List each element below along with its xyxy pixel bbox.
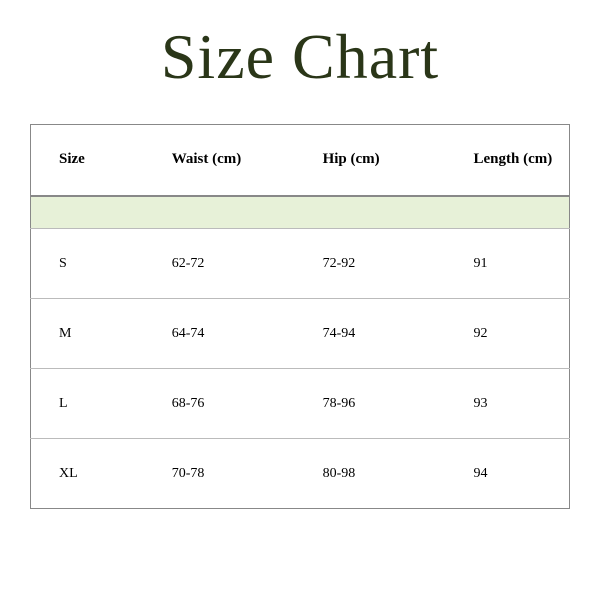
size-chart-table: Size Waist (cm) Hip (cm) Length (cm) S 6… [30, 124, 570, 509]
table-row: XL 70-78 80-98 94 [31, 439, 570, 509]
cell-length: 91 [446, 229, 570, 299]
header-waist: Waist (cm) [144, 125, 295, 195]
table-row: S 62-72 72-92 91 [31, 229, 570, 299]
cell-waist: 70-78 [144, 439, 295, 509]
cell-hip: 80-98 [295, 439, 446, 509]
cell-size: L [31, 369, 144, 439]
table-row: M 64-74 74-94 92 [31, 299, 570, 369]
cell-length: 92 [446, 299, 570, 369]
table-header-row: Size Waist (cm) Hip (cm) Length (cm) [31, 125, 570, 195]
cell-hip: 78-96 [295, 369, 446, 439]
cell-hip: 72-92 [295, 229, 446, 299]
page-title: Size Chart [161, 20, 439, 94]
header-hip: Hip (cm) [295, 125, 446, 195]
table-accent-row [31, 197, 570, 229]
cell-hip: 74-94 [295, 299, 446, 369]
table-row: L 68-76 78-96 93 [31, 369, 570, 439]
header-length: Length (cm) [446, 125, 570, 195]
cell-length: 93 [446, 369, 570, 439]
cell-waist: 68-76 [144, 369, 295, 439]
cell-length: 94 [446, 439, 570, 509]
header-size: Size [31, 125, 144, 195]
cell-size: M [31, 299, 144, 369]
cell-size: XL [31, 439, 144, 509]
cell-waist: 64-74 [144, 299, 295, 369]
cell-waist: 62-72 [144, 229, 295, 299]
cell-size: S [31, 229, 144, 299]
